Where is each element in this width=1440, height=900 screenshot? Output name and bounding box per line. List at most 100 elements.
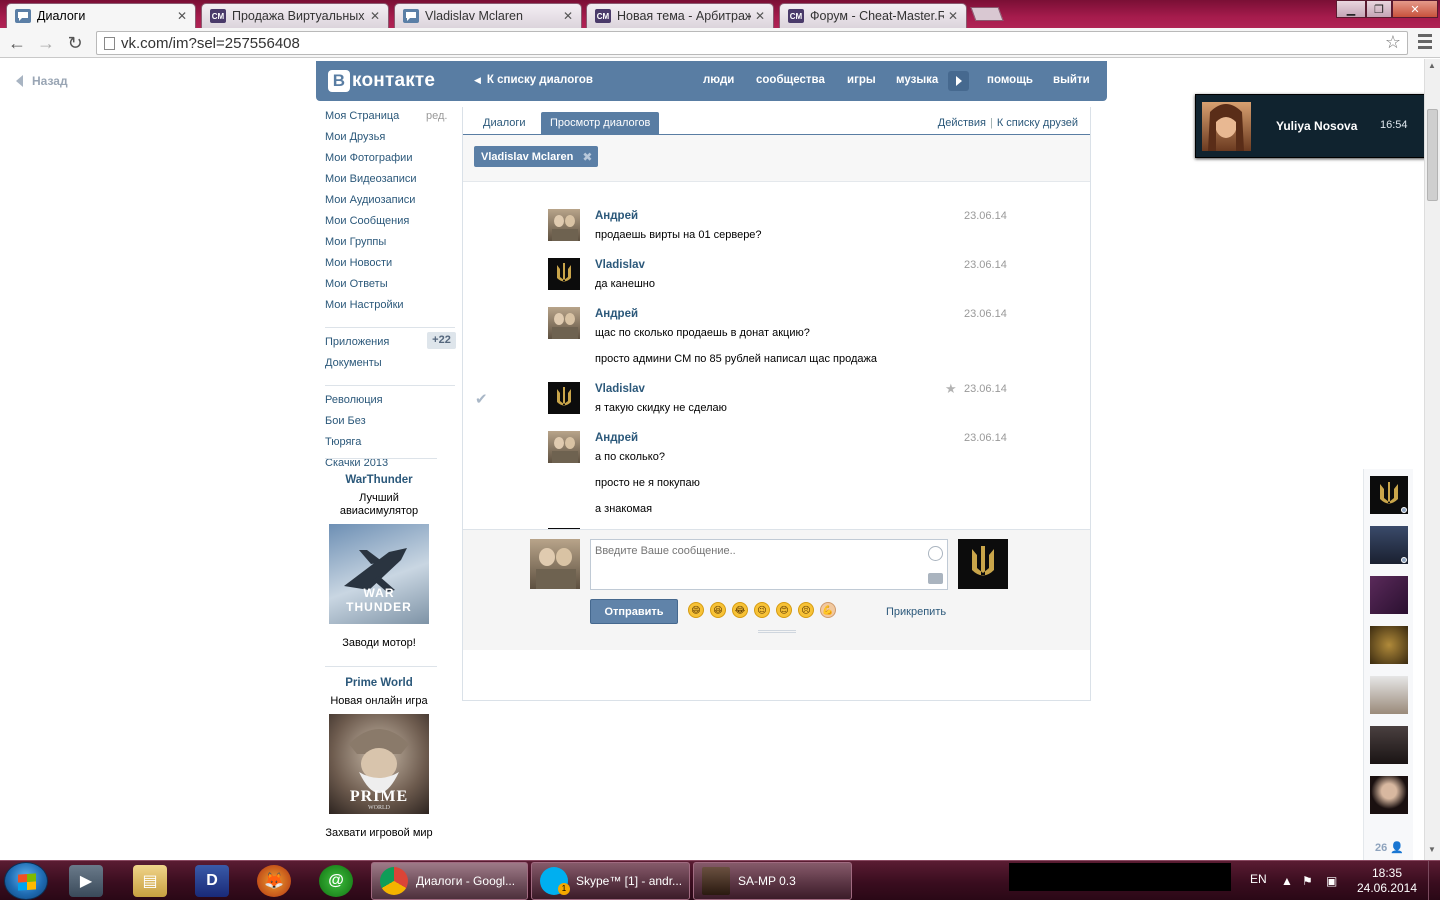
friend-avatar[interactable] <box>1370 726 1408 764</box>
apps-count-badge[interactable]: +22 <box>427 332 456 349</box>
language-indicator[interactable]: EN <box>1250 872 1267 886</box>
nav-music[interactable]: музыка <box>896 74 938 86</box>
friends-list-link[interactable]: К списку друзей <box>997 117 1078 129</box>
new-tab-button[interactable] <box>970 7 1004 21</box>
sidebar-item-documents[interactable]: Документы <box>325 357 457 378</box>
message-history[interactable]: Андрей 23.06.14 продаешь вирты на 01 сер… <box>463 183 1090 530</box>
music-play-icon[interactable] <box>948 71 969 91</box>
tray-expand-icon[interactable]: ▲ <box>1281 874 1293 888</box>
sidebar-group-revolution[interactable]: Революция <box>325 394 457 415</box>
network-icon[interactable]: ▣ <box>1326 874 1337 888</box>
back-to-dialogs-link[interactable]: ◀ К списку диалогов <box>474 74 593 86</box>
message-input-box[interactable] <box>590 539 948 590</box>
tab-view-dialogs[interactable]: Просмотр диалогов <box>541 112 660 135</box>
close-icon[interactable]: ✕ <box>370 9 380 23</box>
url-input[interactable] <box>121 34 1371 52</box>
vk-logo[interactable]: В контакте <box>328 70 435 92</box>
sidebar-item-videos[interactable]: Мои Видеозаписи <box>325 173 457 194</box>
friend-avatar[interactable] <box>1370 626 1408 664</box>
send-button[interactable]: Отправить <box>590 599 678 624</box>
emoji-tears-icon[interactable]: 😂 <box>732 602 748 618</box>
close-icon[interactable]: ✕ <box>948 9 958 23</box>
message-author[interactable]: Vladislav <box>595 259 645 271</box>
ad-image[interactable]: WAR THUNDER <box>329 524 429 624</box>
close-icon[interactable]: ✖ <box>582 150 592 164</box>
actions-link[interactable]: Действия <box>938 117 986 129</box>
message-date[interactable]: 23.06.14 <box>964 383 1007 395</box>
sidebar-item-groups[interactable]: Мои Группы <box>325 236 457 257</box>
back-arrow-icon[interactable]: ← <box>6 32 28 54</box>
taskbar-clock[interactable]: 18:35 24.06.2014 <box>1352 866 1422 896</box>
my-avatar[interactable] <box>530 539 580 589</box>
nav-help[interactable]: помощь <box>987 74 1033 86</box>
avatar[interactable] <box>548 307 580 339</box>
ad-title[interactable]: Prime World <box>325 677 433 689</box>
app-d-icon[interactable]: D <box>195 865 229 897</box>
smiley-icon[interactable] <box>928 546 943 561</box>
close-icon[interactable]: ✕ <box>177 9 187 23</box>
sidebar-item-audio[interactable]: Мои Аудиозаписи <box>325 194 457 215</box>
task-skype[interactable]: 1 Skype™ [1] - andr... <box>531 862 690 900</box>
emoji-wink-icon[interactable]: 😉 <box>754 602 770 618</box>
maximize-button[interactable]: ❐ <box>1366 0 1392 18</box>
sidebar-item-photos[interactable]: Мои Фотографии <box>325 152 457 173</box>
close-icon[interactable]: ✕ <box>755 9 765 23</box>
ad-warthunder[interactable]: WarThunder Лучший авиасимулятор WAR THUN… <box>325 474 433 649</box>
sidebar-item-answers[interactable]: Мои Ответы <box>325 278 457 299</box>
action-center-flag-icon[interactable]: ⚑ <box>1302 874 1313 888</box>
friends-count[interactable]: 26 👤 <box>1375 841 1404 854</box>
folder-icon[interactable]: ▤ <box>133 865 167 897</box>
sidebar-item-friends[interactable]: Мои Друзья <box>325 131 457 152</box>
emoji-laugh-icon[interactable]: 😆 <box>710 602 726 618</box>
back-link[interactable]: Назад <box>16 74 68 88</box>
message-author[interactable]: Андрей <box>595 308 638 320</box>
avatar[interactable] <box>548 382 580 414</box>
edit-link[interactable]: ред. <box>426 110 447 122</box>
peer-avatar[interactable] <box>958 539 1008 589</box>
nav-communities[interactable]: сообщества <box>756 74 825 86</box>
attach-link[interactable]: Прикрепить <box>886 606 946 618</box>
camera-icon[interactable] <box>928 573 943 584</box>
resize-handle[interactable] <box>758 630 796 633</box>
task-chrome[interactable]: Диалоги - Googl... <box>371 862 528 900</box>
media-player-icon[interactable]: ▶ <box>69 865 103 897</box>
friend-avatar[interactable] <box>1370 526 1408 564</box>
task-samp[interactable]: SA-MP 0.3 <box>693 862 852 900</box>
message-date[interactable]: 23.06.14 <box>964 259 1007 271</box>
ad-title[interactable]: WarThunder <box>325 474 433 486</box>
icq-icon[interactable]: @ <box>319 865 353 897</box>
emoji-grin-icon[interactable]: 😄 <box>688 602 704 618</box>
avatar[interactable] <box>548 431 580 463</box>
firefox-icon[interactable]: 🦊 <box>257 865 291 897</box>
nav-people[interactable]: люди <box>703 74 734 86</box>
nav-games[interactable]: игры <box>847 74 876 86</box>
close-icon[interactable]: ✕ <box>563 9 573 23</box>
message-date[interactable]: 23.06.14 <box>964 432 1007 444</box>
avatar[interactable] <box>548 258 580 290</box>
avatar[interactable] <box>1202 102 1251 151</box>
browser-tab-forum[interactable]: CM Форум - Cheat-Master.Ru ✕ <box>779 3 967 28</box>
browser-tab-vladislav[interactable]: Vladislav Mclaren ✕ <box>394 3 582 28</box>
ad-image[interactable]: PRIME WORLD <box>329 714 429 814</box>
peer-tag[interactable]: Vladislav Mclaren ✖ <box>474 146 599 167</box>
sidebar-group-prison[interactable]: Тюряга <box>325 436 457 457</box>
browser-tab-new-topic[interactable]: CM Новая тема - Арбитраж / ✕ <box>586 3 774 28</box>
emoji-muscle-icon[interactable]: 💪 <box>820 602 836 618</box>
minimize-button[interactable]: ▁ <box>1336 0 1366 18</box>
friend-avatar[interactable] <box>1370 476 1408 514</box>
message-author[interactable]: Андрей <box>595 432 638 444</box>
tab-dialogs[interactable]: Диалоги <box>474 112 535 135</box>
browser-tab-virt-sale[interactable]: CM Продажа Виртуальных С ✕ <box>201 3 389 28</box>
page-scrollbar[interactable]: ▲ ▼ <box>1424 59 1440 860</box>
message-date[interactable]: 23.06.14 <box>964 210 1007 222</box>
sidebar-item-settings[interactable]: Мои Настройки <box>325 299 457 320</box>
message-author[interactable]: Vladislav <box>595 383 645 395</box>
sidebar-item-news[interactable]: Мои Новости <box>325 257 457 278</box>
bookmark-star-icon[interactable]: ☆ <box>1385 32 1401 53</box>
message-date[interactable]: 23.06.14 <box>964 308 1007 320</box>
friend-avatar[interactable] <box>1370 676 1408 714</box>
ad-prime-world[interactable]: Prime World Новая онлайн игра PRIME WORL… <box>325 677 433 839</box>
scroll-up-icon[interactable]: ▲ <box>1428 61 1436 70</box>
sidebar-item-messages[interactable]: Мои Сообщения <box>325 215 457 236</box>
emoji-angry-icon[interactable]: 😣 <box>798 602 814 618</box>
